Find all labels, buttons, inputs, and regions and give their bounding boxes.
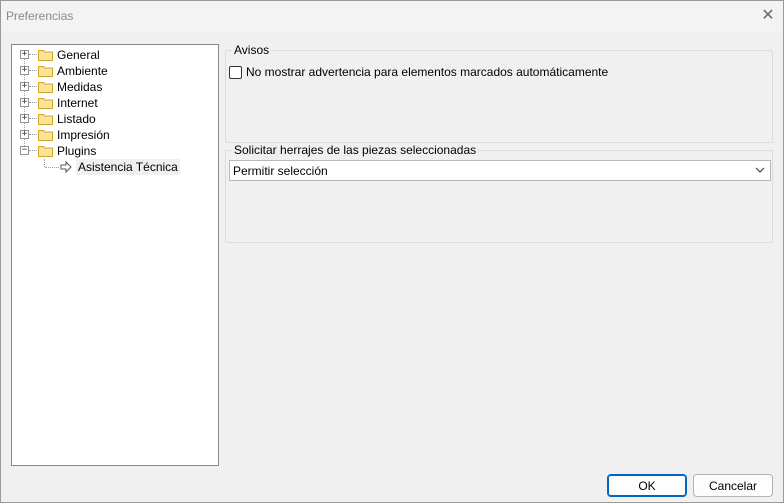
herrajes-select-value: Permitir selección bbox=[233, 164, 328, 178]
no-warning-checkbox-label[interactable]: No mostrar advertencia para elementos ma… bbox=[246, 65, 608, 79]
tree-item-label: Impresión bbox=[57, 128, 110, 142]
expand-icon[interactable]: + bbox=[20, 98, 29, 107]
expand-icon[interactable]: + bbox=[20, 50, 29, 59]
expand-icon[interactable]: + bbox=[20, 114, 29, 123]
tree-item-label: Ambiente bbox=[57, 64, 108, 78]
tree-item-listado[interactable]: + Listado bbox=[12, 111, 212, 127]
tree-item-label: Listado bbox=[57, 112, 96, 126]
expand-icon[interactable]: + bbox=[20, 82, 29, 91]
title-bar: Preferencias ✕ bbox=[1, 1, 783, 31]
ok-button[interactable]: OK bbox=[607, 474, 687, 497]
open-folder-icon bbox=[38, 146, 53, 157]
tree-item-plugins[interactable]: − Plugins bbox=[12, 143, 212, 159]
folder-icon bbox=[38, 82, 53, 93]
close-button[interactable]: ✕ bbox=[757, 4, 779, 26]
preferences-dialog: Preferencias ✕ + General + Ambiente + Me… bbox=[0, 0, 784, 503]
folder-icon bbox=[38, 130, 53, 141]
collapse-icon[interactable]: − bbox=[20, 146, 29, 155]
no-warning-checkbox-row[interactable]: No mostrar advertencia para elementos ma… bbox=[229, 65, 608, 79]
tree-item-label: Plugins bbox=[57, 144, 97, 158]
tree-item-label: General bbox=[57, 48, 100, 62]
tree-item-label: Asistencia Técnica bbox=[76, 159, 180, 175]
folder-icon bbox=[38, 98, 53, 109]
cancel-button[interactable]: Cancelar bbox=[693, 474, 773, 497]
tree-item-medidas[interactable]: + Medidas bbox=[12, 79, 212, 95]
folder-icon bbox=[38, 114, 53, 125]
herrajes-group: Solicitar herrajes de las piezas selecci… bbox=[225, 143, 773, 243]
preferences-tree[interactable]: + General + Ambiente + Medidas + Interne… bbox=[11, 44, 219, 466]
tree-item-impresion[interactable]: + Impresión bbox=[12, 127, 212, 143]
tree-item-asistencia-tecnica[interactable]: Asistencia Técnica bbox=[12, 159, 212, 175]
herrajes-group-title: Solicitar herrajes de las piezas selecci… bbox=[232, 143, 479, 157]
tree-item-label: Internet bbox=[57, 96, 98, 110]
expand-icon[interactable]: + bbox=[20, 130, 29, 139]
folder-icon bbox=[38, 66, 53, 77]
close-icon: ✕ bbox=[761, 7, 775, 24]
tree-item-internet[interactable]: + Internet bbox=[12, 95, 212, 111]
chevron-down-icon bbox=[755, 167, 765, 173]
window-title: Preferencias bbox=[6, 9, 74, 23]
tree-item-label: Medidas bbox=[57, 80, 103, 94]
plugin-arrow-icon bbox=[60, 160, 72, 174]
folder-icon bbox=[38, 50, 53, 61]
avisos-group-title: Avisos bbox=[232, 43, 272, 57]
herrajes-select[interactable]: Permitir selección bbox=[229, 160, 771, 181]
tree-item-ambiente[interactable]: + Ambiente bbox=[12, 63, 212, 79]
no-warning-checkbox[interactable] bbox=[229, 65, 242, 79]
tree-item-general[interactable]: + General bbox=[12, 47, 212, 63]
expand-icon[interactable]: + bbox=[20, 66, 29, 75]
avisos-group: Avisos No mostrar advertencia para eleme… bbox=[225, 43, 773, 143]
